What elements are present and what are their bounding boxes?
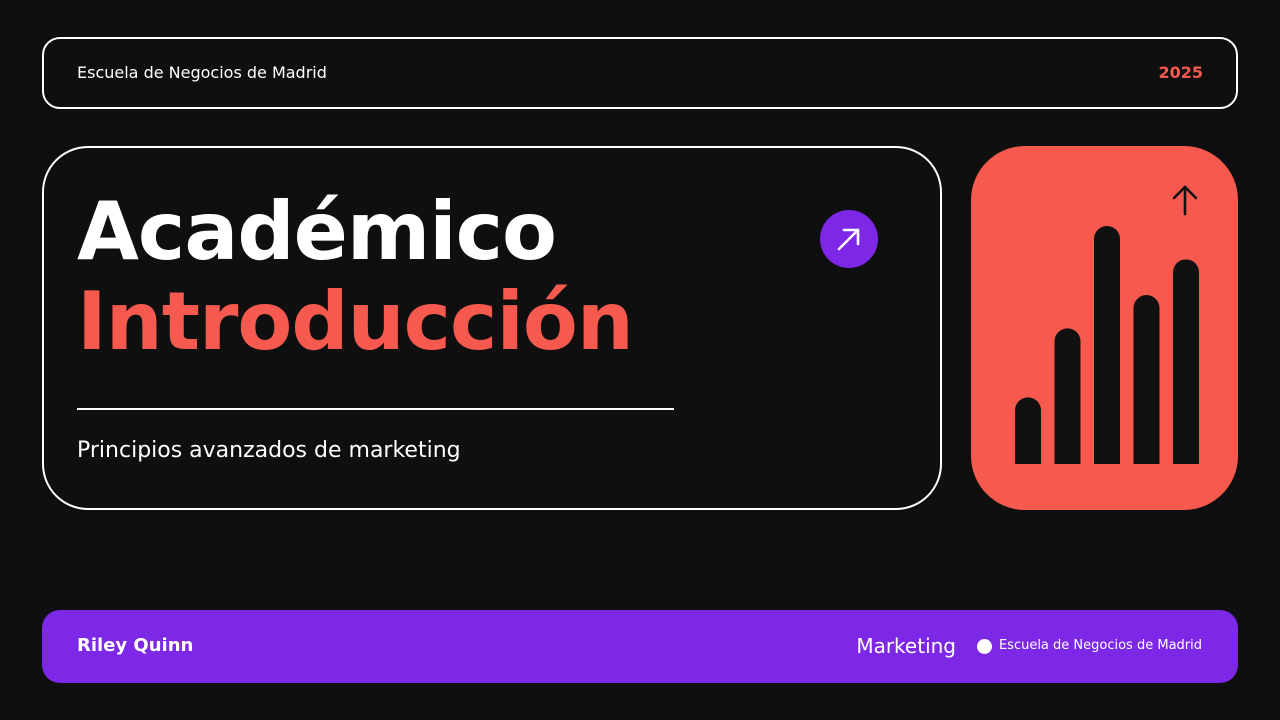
author-name: Riley Quinn <box>77 635 194 656</box>
subtitle: Principios avanzados de marketing <box>77 438 461 463</box>
footer-bar: Riley Quinn Marketing Escuela de Negocio… <box>42 610 1238 683</box>
header-bar: Escuela de Negocios de Madrid 2025 <box>42 37 1238 109</box>
year-label: 2025 <box>1158 63 1203 82</box>
chart-bar-1 <box>1015 397 1041 464</box>
slide: Escuela de Negocios de Madrid 2025 Acadé… <box>0 0 1280 720</box>
bar-chart-icon <box>971 146 1238 510</box>
chart-bar-2 <box>1054 328 1081 464</box>
chart-bar-4 <box>1133 295 1160 464</box>
divider <box>77 408 674 410</box>
title-line-1: Académico <box>77 185 557 278</box>
department-label: Marketing <box>856 634 956 658</box>
title-card: Académico Introducción Principios avanza… <box>42 146 942 510</box>
organization-name: Escuela de Negocios de Madrid <box>77 63 327 82</box>
separator-dot <box>977 639 992 654</box>
title-line-2: Introducción <box>77 275 634 368</box>
school-name: Escuela de Negocios de Madrid <box>998 638 1202 653</box>
bar-chart-graphic <box>1015 185 1199 464</box>
arrow-up-icon <box>1172 185 1198 216</box>
arrow-up-right-icon[interactable] <box>820 210 878 268</box>
chart-bar-5 <box>1173 259 1199 464</box>
chart-bar-3 <box>1094 226 1120 464</box>
